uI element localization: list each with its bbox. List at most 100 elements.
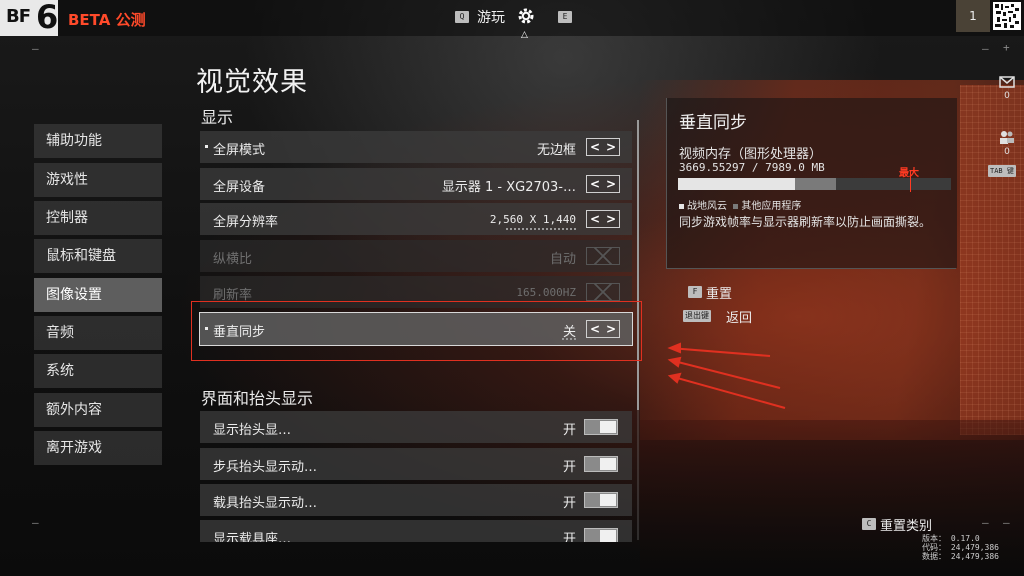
sidebar-item-quit-game[interactable]: 离开游戏 [34,431,162,465]
option-arrows[interactable]: < > [586,210,620,228]
disabled-arrows-icon [586,283,620,301]
option-arrows[interactable]: < > [586,138,620,156]
setting-value: 显示器 1 - XG2703-… [441,180,576,195]
setting-value: 开 [562,460,576,475]
legend-swatch-app [679,203,684,209]
toggle-switch[interactable] [584,492,618,508]
setting-value: 自动 [549,252,576,267]
setting-row-show-hud[interactable]: 显示抬头显… 开 [200,411,632,443]
game-tab-key: Q [455,11,469,23]
setting-label: 纵横比 [213,252,253,267]
vram-legend: 战地风云 其他应用程序 [679,197,801,212]
friends-button[interactable]: 0 [996,130,1018,157]
setting-label: 显示抬头显… [213,423,292,438]
setting-row-aspect-ratio: 纵横比 自动 [200,240,632,272]
setting-label: 步兵抬头显示动… [213,460,318,475]
setting-row-infantry-hud-motion[interactable]: 步兵抬头显示动… 开 [200,448,632,480]
setting-row-fullscreen-device[interactable]: 全屏设备 显示器 1 - XG2703-… < > [200,168,632,200]
corner-plus: + [1003,41,1010,54]
vram-other-fill [795,178,837,190]
vram-usage-bar [678,170,951,192]
toggle-switch[interactable] [584,456,618,472]
toggle-knob [600,494,616,506]
setting-value: 无边框 [536,143,576,158]
setting-row-vehicle-hud-motion[interactable]: 载具抬头显示动… 开 [200,484,632,516]
player-level-badge[interactable]: 1 [956,0,990,32]
corner-mark: – [982,516,989,529]
friends-icon [1000,131,1014,144]
reset-category-key: C [862,518,876,530]
legend-swatch-other [733,203,739,209]
legend-label-app: 战地风云 [687,201,727,212]
vram-max-marker [910,170,912,192]
setting-row-fullscreen-mode[interactable]: 全屏模式 无边框 < > [200,131,632,163]
sidebar-item-extra-content[interactable]: 额外内容 [34,393,162,427]
setting-label: 全屏设备 [213,180,266,195]
reset-key: F [688,286,702,298]
sidebar-item-graphics[interactable]: 图像设置 [34,278,162,312]
sidebar-item-system[interactable]: 系统 [34,354,162,388]
chevron-right-icon[interactable]: > [606,177,616,191]
option-position-dots [506,228,576,232]
setting-row-vehicle-seat[interactable]: 显示载具座… 开 [200,520,632,542]
annotation-highlight-box [191,301,642,361]
build-info: 版本： 0.17.0 代码： 24,479,386 数据： 24,479,386 [922,534,999,561]
sidebar-item-gameplay[interactable]: 游戏性 [34,163,162,197]
detail-title: 垂直同步 [679,113,747,133]
reset-button[interactable]: 重置 [706,283,732,302]
setting-value: 开 [562,423,576,438]
reset-category-button[interactable]: 重置类别 [880,515,932,534]
game-logo: BF 6 [0,0,58,36]
detail-description: 同步游戏帧率与显示器刷新率以防止画面撕裂。 [679,215,932,229]
chevron-left-icon[interactable]: < [590,140,600,154]
scrollbar-thumb[interactable] [637,120,639,410]
mail-count: 0 [1004,91,1010,101]
player-avatar-qr-icon[interactable] [993,2,1021,30]
panel-divider [666,268,956,269]
setting-row-resolution[interactable]: 全屏分辨率 2,560 X 1,440 < > [200,203,632,235]
sidebar-item-accessibility[interactable]: 辅助功能 [34,124,162,158]
back-key: 退出键 [683,310,711,322]
vram-usage-text: 3669.55297 / 7989.0 MB [679,161,825,174]
setting-value: 165.000HZ [516,286,576,299]
chevron-right-icon[interactable]: > [606,140,616,154]
tab-key-hint: TAB 键 [988,165,1016,177]
corner-mark: – [32,516,39,529]
top-bar [0,0,1024,36]
logo-bf-text: BF [6,6,31,27]
focus-bullet-icon [205,145,208,148]
section-title-hud: 界面和抬头显示 [201,389,314,408]
code-text: 代码： 24,479,386 [922,543,999,552]
setting-label: 显示载具座… [213,532,292,542]
logo-six-text: 6 [36,0,59,36]
chevron-left-icon[interactable]: < [590,177,600,191]
corner-mark: – [1003,516,1010,529]
data-text: 数据： 24,479,386 [922,552,999,561]
option-arrows[interactable]: < > [586,175,620,193]
mail-button[interactable]: 0 [996,76,1018,101]
tab-game[interactable]: 游玩 [477,7,505,27]
chevron-right-icon[interactable]: > [606,212,616,226]
corner-mark: – [32,42,39,55]
disabled-arrows-icon [586,247,620,265]
setting-value: 2,560 X 1,440 [489,213,576,226]
version-text: 版本： 0.17.0 [922,534,980,543]
vram-label: 视频内存（图形处理器） [679,147,823,162]
settings-tab-key: E [558,11,572,23]
setting-label: 全屏分辨率 [213,215,279,230]
toggle-knob [600,458,616,470]
vram-max-label: 最大 [899,168,919,179]
sidebar-item-audio[interactable]: 音频 [34,316,162,350]
sidebar-item-mouse-keyboard[interactable]: 鼠标和键盘 [34,239,162,273]
setting-label: 载具抬头显示动… [213,496,318,511]
vram-app-fill [678,178,796,190]
page-title: 视觉效果 [196,67,308,98]
beta-label: BETA 公测 [68,11,146,29]
toggle-switch[interactable] [584,528,618,542]
sidebar-item-controller[interactable]: 控制器 [34,201,162,235]
active-tab-indicator-icon: △ [521,30,528,40]
toggle-switch[interactable] [584,419,618,435]
back-button[interactable]: 返回 [726,307,752,326]
chevron-left-icon[interactable]: < [590,212,600,226]
settings-gear-icon[interactable] [516,6,536,26]
